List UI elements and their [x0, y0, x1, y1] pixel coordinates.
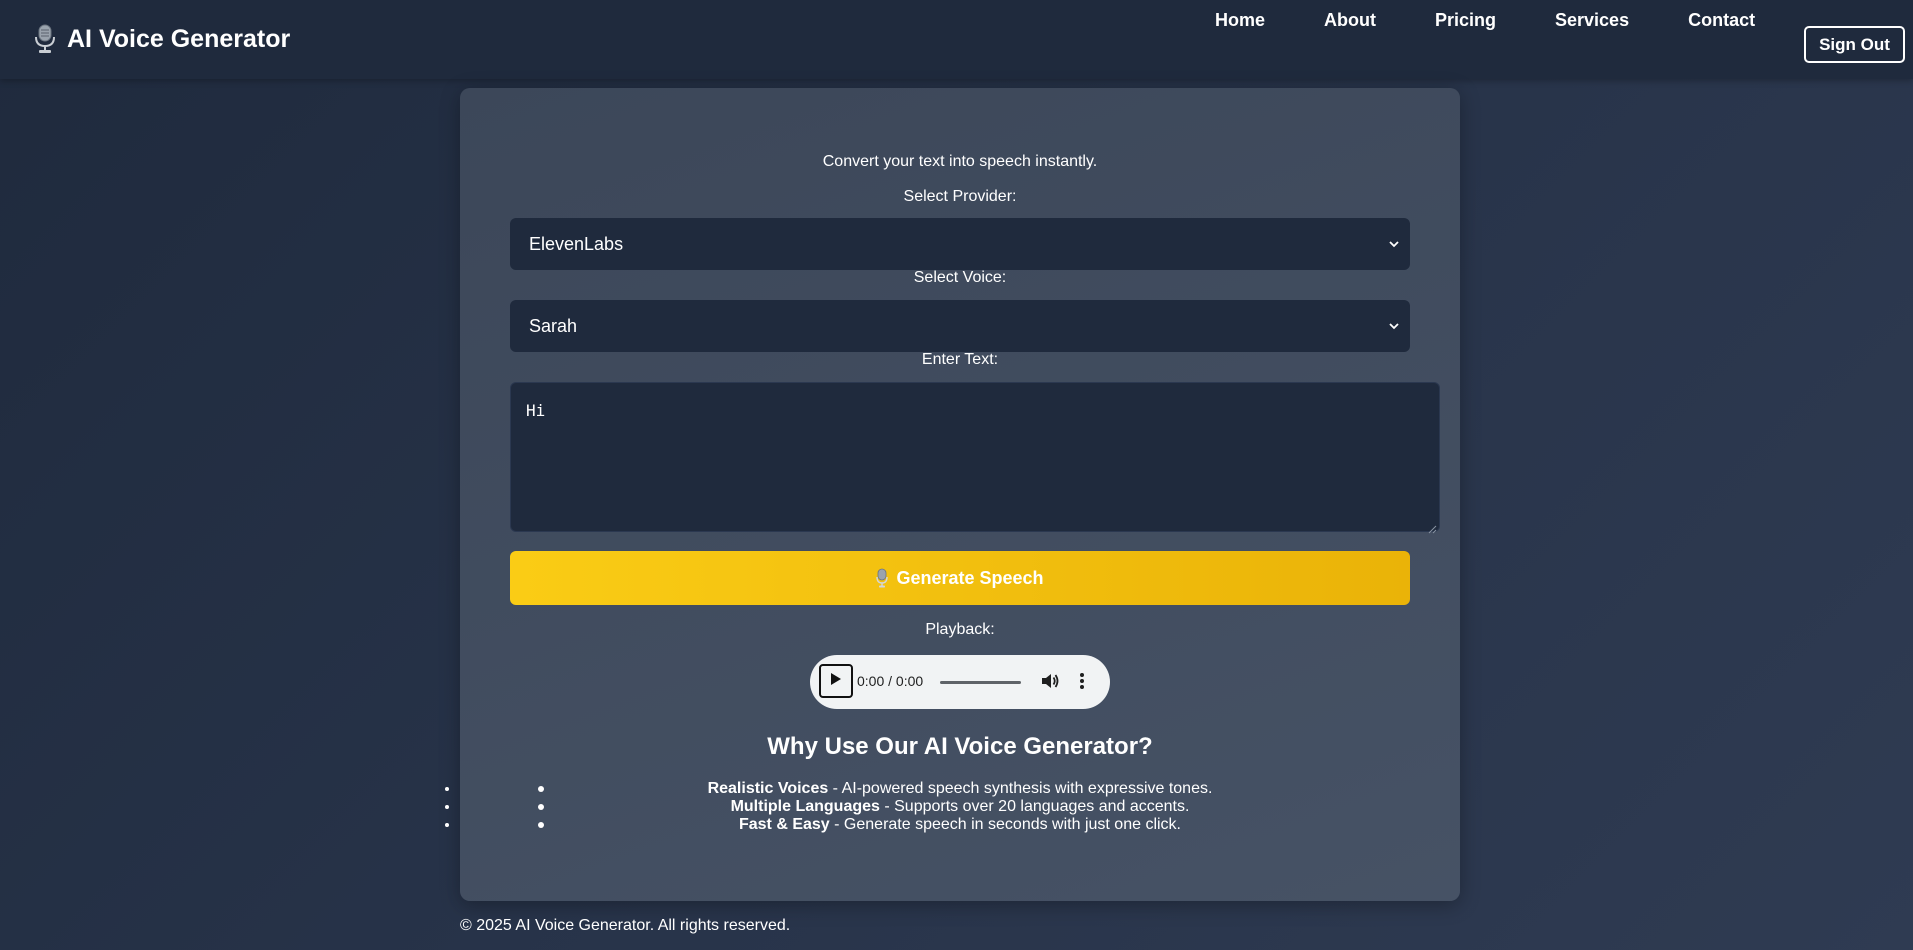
feature-text: - Generate speech in seconds with just o… — [829, 816, 1181, 833]
generate-speech-button[interactable]: Generate Speech — [510, 551, 1410, 605]
play-icon — [830, 672, 842, 691]
nav-pricing[interactable]: Pricing — [1435, 10, 1496, 31]
audio-progress-bar[interactable] — [940, 681, 1021, 684]
voice-select-value: Sarah — [529, 315, 578, 336]
text-input[interactable]: Hi — [510, 382, 1440, 534]
text-label: Enter Text: — [921, 351, 999, 368]
why-title: Why Use Our AI Voice Generator? — [767, 733, 1153, 760]
top-navbar: AI Voice Generator Home About Pricing Se… — [0, 0, 1913, 79]
sign-out-button[interactable]: Sign Out — [1804, 26, 1905, 63]
features-list: Realistic Voices - AI-powered speech syn… — [460, 780, 1460, 834]
nav-contact[interactable]: Contact — [1688, 10, 1755, 31]
bullet-icon — [538, 804, 544, 810]
generate-speech-label: Generate Speech — [896, 567, 1044, 588]
audio-time: 0:00 / 0:00 — [857, 673, 924, 689]
provider-select-value: ElevenLabs — [529, 233, 624, 254]
page-subtitle: Convert your text into speech instantly. — [822, 153, 1098, 170]
nav-home[interactable]: Home — [1215, 10, 1265, 31]
microphone-icon — [876, 568, 889, 588]
chevron-down-icon — [1388, 236, 1400, 252]
chevron-down-icon — [1388, 318, 1400, 334]
feature-text: - AI-powered speech synthesis with expre… — [828, 780, 1213, 797]
volume-icon[interactable] — [1040, 671, 1060, 691]
provider-select[interactable]: ElevenLabs — [510, 218, 1410, 270]
resize-handle-icon[interactable] — [1427, 519, 1437, 534]
playback-label: Playback: — [925, 621, 995, 638]
brand-title: AI Voice Generator — [67, 24, 291, 53]
main-nav: Home About Pricing Services Contact — [1215, 10, 1755, 31]
nav-services[interactable]: Services — [1555, 10, 1629, 31]
generator-card: Convert your text into speech instantly.… — [460, 88, 1460, 901]
feature-title: Realistic Voices — [707, 780, 829, 797]
voice-select[interactable]: Sarah — [510, 300, 1410, 352]
text-input-value: Hi — [526, 401, 546, 420]
list-item: Multiple Languages - Supports over 20 la… — [460, 798, 1460, 816]
audio-player: 0:00 / 0:00 — [810, 655, 1110, 709]
feature-text: - Supports over 20 languages and accents… — [879, 798, 1190, 815]
footer-copyright: © 2025 AI Voice Generator. All rights re… — [460, 917, 791, 934]
voice-label: Select Voice: — [913, 269, 1007, 286]
feature-title: Fast & Easy — [738, 816, 830, 833]
microphone-icon — [33, 24, 57, 54]
nav-about[interactable]: About — [1324, 10, 1376, 31]
more-options-icon[interactable] — [1078, 671, 1086, 691]
list-item: Realistic Voices - AI-powered speech syn… — [460, 780, 1460, 798]
feature-title: Multiple Languages — [730, 798, 880, 815]
bullet-icon — [538, 822, 544, 828]
provider-label: Select Provider: — [903, 188, 1017, 205]
brand[interactable]: AI Voice Generator — [33, 24, 290, 54]
play-button[interactable] — [819, 664, 853, 698]
list-item: Fast & Easy - Generate speech in seconds… — [460, 816, 1460, 834]
bullet-icon — [538, 786, 544, 792]
